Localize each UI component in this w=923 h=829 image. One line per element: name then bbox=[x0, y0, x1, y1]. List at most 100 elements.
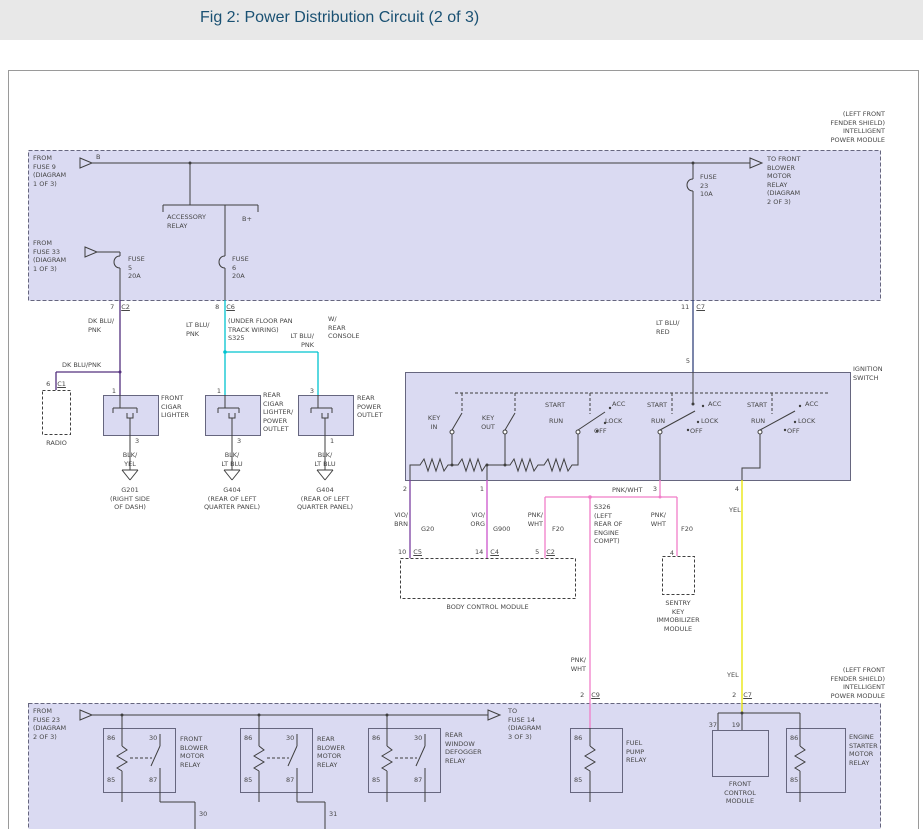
wire-label-pnk-wht-c: PNK/ WHT bbox=[568, 656, 586, 673]
wire-label-pnk-wht-h: PNK/WHT bbox=[612, 486, 643, 494]
label-lock-2: LOCK bbox=[701, 417, 718, 425]
relay2-pin-85: 85 bbox=[244, 776, 252, 784]
relay3-pin-85: 85 bbox=[372, 776, 380, 784]
label-front-cigar-lighter: FRONT CIGAR LIGHTER bbox=[161, 394, 189, 420]
label-g20: G20 bbox=[421, 525, 434, 533]
label-rear-power-outlet: REAR POWER OUTLET bbox=[357, 394, 383, 420]
relay3-pin-87: 87 bbox=[414, 776, 422, 784]
label-w-rear-console: W/ REAR CONSOLE bbox=[328, 315, 364, 341]
label-g404-a: G404 (REAR OF LEFT QUARTER PANEL) bbox=[202, 486, 262, 512]
label-fuse23: FUSE 23 10A bbox=[700, 173, 717, 199]
label-ignition-switch: IGNITION SWITCH bbox=[853, 365, 883, 382]
wire-label-yel-a: YEL bbox=[729, 506, 741, 514]
label-engine-starter-relay: ENGINE STARTER MOTOR RELAY bbox=[849, 733, 878, 767]
pin-10-c5: 10 C5 bbox=[388, 548, 432, 556]
front-cigar-lighter-box bbox=[104, 396, 159, 436]
wire-label-vio-org: VIO/ ORG bbox=[467, 511, 485, 528]
pin-number: 5 bbox=[535, 548, 539, 556]
pin-7-c2: 7 C2 bbox=[98, 303, 142, 311]
label-start-2: START bbox=[647, 401, 667, 409]
label-acc-2: ACC bbox=[708, 400, 721, 408]
pin-14-c4: 14 C4 bbox=[465, 548, 509, 556]
wire-label-31: 31 bbox=[329, 810, 337, 818]
label-fuse6: FUSE 6 20A bbox=[232, 255, 249, 281]
connector-ref: C7 bbox=[743, 691, 752, 699]
label-from-fuse33: FROM FUSE 33 (DIAGRAM 1 OF 3) bbox=[33, 239, 81, 273]
label-bcm: BODY CONTROL MODULE bbox=[400, 603, 575, 612]
wire-label-dk-blu-pnk: DK BLU/ PNK bbox=[88, 317, 114, 334]
wire-label-blk-lt-blu-b: BLK/ LT BLU bbox=[313, 451, 337, 468]
label-f20-a: F20 bbox=[552, 525, 564, 533]
label-lock-1: LOCK bbox=[605, 417, 622, 425]
label-rear-cigar-lighter: REAR CIGAR LIGHTER/ POWER OUTLET bbox=[263, 391, 293, 434]
label-from-fuse9: FROM FUSE 9 (DIAGRAM 1 OF 3) bbox=[33, 154, 81, 188]
relay3-pin-86: 86 bbox=[372, 734, 380, 742]
label-front-blower-relay: FRONT BLOWER MOTOR RELAY bbox=[180, 735, 208, 769]
pin-6-c1: 6C1 bbox=[34, 380, 78, 388]
relay1-pin-87: 87 bbox=[149, 776, 157, 784]
pin-5-c2: 5 C2 bbox=[523, 548, 567, 556]
connector-ref: C2 bbox=[546, 548, 555, 556]
rear-power-outlet-box bbox=[299, 396, 354, 436]
pin-ign-3: 3 bbox=[646, 485, 657, 493]
pin-number: 10 bbox=[398, 548, 406, 556]
wire-label-lt-blu-pnk-b: LT BLU/ PNK bbox=[290, 332, 314, 349]
radio-box bbox=[43, 391, 71, 435]
label-start-3: START bbox=[747, 401, 767, 409]
label-f20-b: F20 bbox=[681, 525, 693, 533]
label-g900: G900 bbox=[493, 525, 510, 533]
bcm-box bbox=[401, 559, 576, 599]
label-off-2: OFF bbox=[690, 427, 703, 435]
connector-ref: C7 bbox=[696, 303, 705, 311]
label-fuel-pump-relay: FUEL PUMP RELAY bbox=[626, 739, 646, 765]
label-from-fuse23: FROM FUSE 23 (DIAGRAM 2 OF 3) bbox=[33, 707, 81, 741]
label-b-plus: B+ bbox=[242, 215, 252, 223]
label-accessory-relay: ACCESSORY RELAY bbox=[167, 213, 215, 230]
label-to-front-blower: TO FRONT BLOWER MOTOR RELAY (DIAGRAM 2 O… bbox=[767, 155, 823, 206]
connector-ref: C5 bbox=[413, 548, 422, 556]
wire-label-lt-blu-red: LT BLU/ RED bbox=[656, 319, 679, 336]
label-lock-3: LOCK bbox=[798, 417, 815, 425]
label-fuse5: FUSE 5 20A bbox=[128, 255, 145, 281]
splice-s326-icon bbox=[588, 495, 592, 499]
relay2-pin-87: 87 bbox=[286, 776, 294, 784]
relay1-pin-85: 85 bbox=[107, 776, 115, 784]
top-ipm-box bbox=[29, 151, 881, 301]
relay1-pin-30: 30 bbox=[149, 734, 157, 742]
pin-number: 11 bbox=[681, 303, 689, 311]
wire-label-blk-lt-blu-a: BLK/ LT BLU bbox=[220, 451, 244, 468]
label-run-3: RUN bbox=[751, 417, 765, 425]
top-ipm-caption: (LEFT FRONT FENDER SHIELD) INTELLIGENT P… bbox=[758, 110, 885, 144]
label-s326: S326 (LEFT REAR OF ENGINE COMPT) bbox=[594, 503, 638, 546]
wire-label-dk-blu-pnk-h: DK BLU/PNK bbox=[62, 361, 101, 370]
relay3-pin-30: 30 bbox=[414, 734, 422, 742]
label-skim: SENTRY KEY IMMOBILIZER MODULE bbox=[648, 599, 708, 633]
relay2-pin-30: 30 bbox=[286, 734, 294, 742]
pin-number: 7 bbox=[110, 303, 114, 311]
wire-label-vio-brn: VIO/ BRN bbox=[390, 511, 408, 528]
skim-box bbox=[663, 557, 695, 595]
pin-fcm-37: 37 bbox=[706, 721, 717, 729]
wire-label-yel-b: YEL bbox=[727, 671, 739, 679]
pin-rear-outlet-top: 3 bbox=[298, 387, 314, 395]
fcm-box bbox=[713, 731, 769, 777]
pin-rear-lighter-top: 1 bbox=[205, 387, 221, 395]
pin-number: 8 bbox=[215, 303, 219, 311]
pin-rear-lighter-bottom: 3 bbox=[237, 437, 241, 445]
pin-number: 6 bbox=[46, 380, 50, 388]
connector-ref: C6 bbox=[226, 303, 235, 311]
pin-ign-1: 1 bbox=[473, 485, 484, 493]
pin-5: 5 bbox=[678, 357, 690, 365]
connector-ref: C2 bbox=[121, 303, 130, 311]
pin-2-c9: 2C9 bbox=[568, 691, 612, 699]
label-g201: G201 (RIGHT SIDE OF DASH) bbox=[102, 486, 158, 512]
pin-skim-4: 4 bbox=[660, 549, 674, 557]
relay4-pin-86: 86 bbox=[574, 734, 582, 742]
label-fcm: FRONT CONTROL MODULE bbox=[703, 780, 777, 806]
pin-number: 2 bbox=[580, 691, 584, 699]
pin-number: 14 bbox=[475, 548, 483, 556]
label-run-2: RUN bbox=[651, 417, 665, 425]
label-b: B bbox=[96, 153, 100, 161]
wire-label-blk-yel: BLK/ YEL bbox=[120, 451, 140, 468]
connector-ref: C4 bbox=[490, 548, 499, 556]
